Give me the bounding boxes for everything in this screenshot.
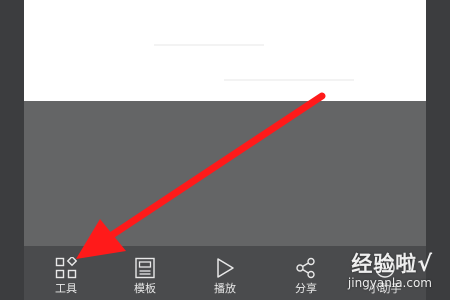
annotation-arrow-icon bbox=[76, 92, 326, 259]
